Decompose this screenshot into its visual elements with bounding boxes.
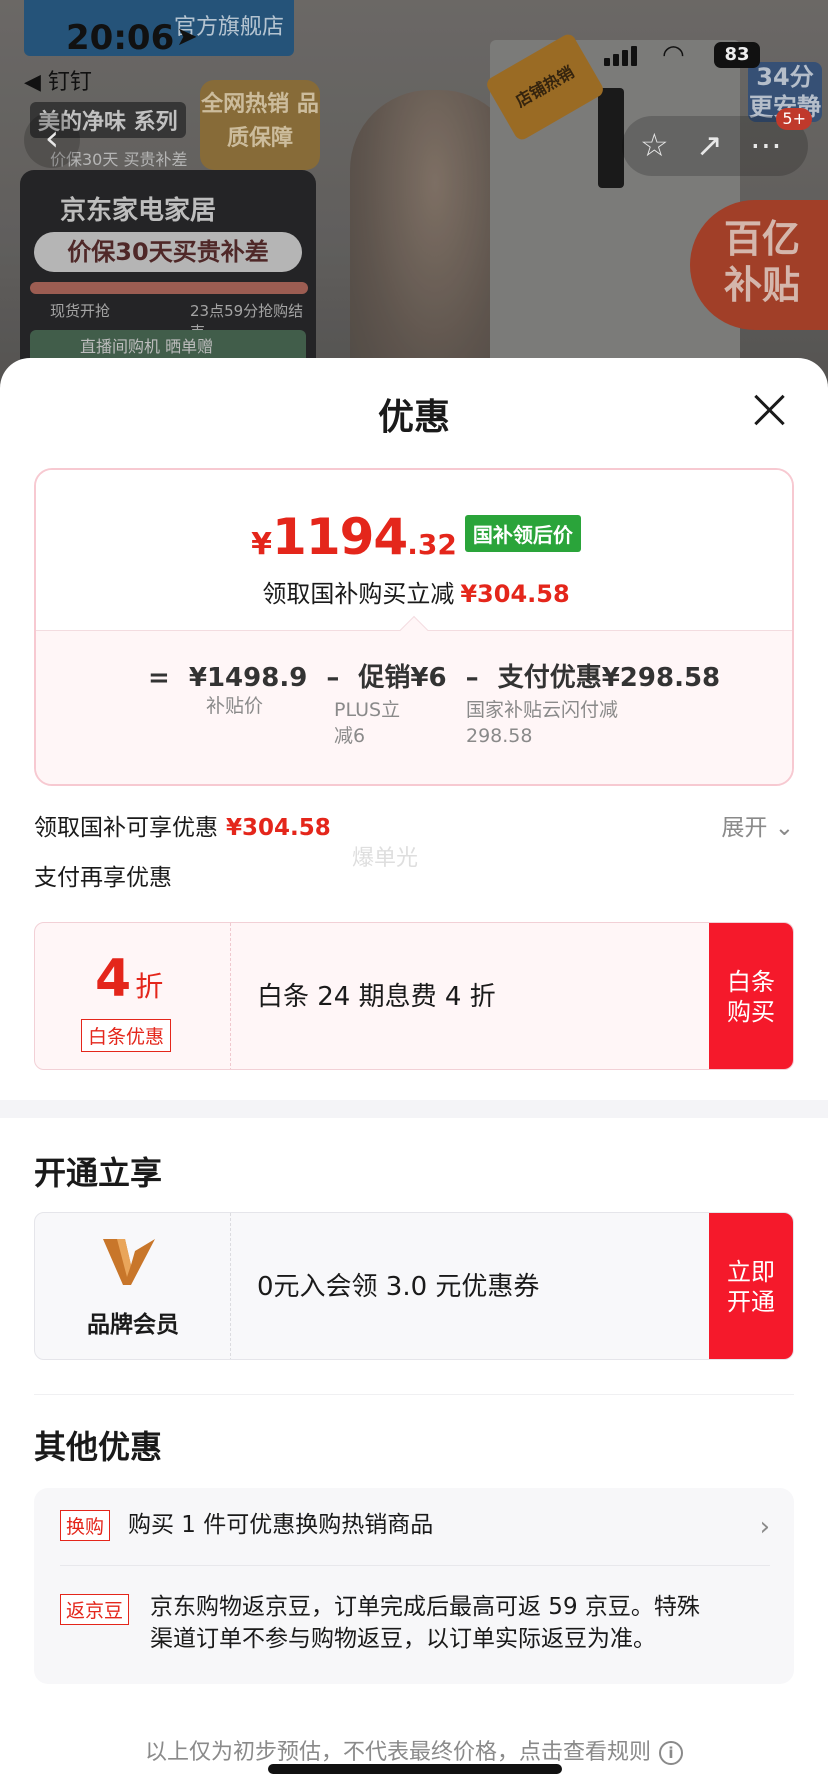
pay-label-1: 国家补贴云闪付减 (466, 699, 619, 721)
formula-minus: – (465, 663, 479, 693)
baitiao-coupon[interactable]: 4折 白条优惠 白条 24 期息费 4 折 白条 购买 (34, 922, 794, 1070)
discount-value: 4折 (95, 949, 164, 1009)
divider (60, 1565, 770, 1566)
sheet-title: 优惠 (377, 397, 450, 438)
exchange-tag: 换购 (60, 1510, 111, 1541)
baitiao-buy-button[interactable]: 白条 购买 (709, 923, 793, 1069)
price-saving: 领取国补购买立减 ¥304.58 (36, 574, 792, 609)
rules-link[interactable]: 以上仅为初步预估，不代表最终价格，点击查看规则 i (0, 1734, 828, 1766)
jingdou-text-1: 京东购物返京豆，订单完成后最高可返 59 京豆。特殊 (150, 1594, 700, 1620)
promo-label-1: PLUS立 (334, 699, 401, 721)
jingdou-row: 返京豆 京东购物返京豆，订单完成后最高可返 59 京豆。特殊 渠道订单不参与购物… (60, 1592, 770, 1662)
member-brand-label: 品牌会员 (87, 1312, 179, 1338)
price-integer: 1194 (272, 508, 408, 566)
section-separator (0, 1100, 828, 1118)
price-breakdown: = ¥1498.9 – 促销¥6 – 支付优惠¥298.58 补贴价 PLUS立… (36, 631, 792, 784)
watermark: 爆单光 (352, 846, 419, 871)
expand-button[interactable]: 展开 ⌄ (721, 808, 794, 842)
price-currency: ¥ (251, 527, 273, 562)
home-indicator (268, 1764, 562, 1774)
chevron-right-icon: › (759, 1512, 770, 1542)
discount-sheet: 优惠 ¥1194.32 国补领后价 领取国补购买立减 ¥304.58 = ¥1498… (0, 358, 828, 1792)
price-saving-label: 领取国补购买立减 (262, 580, 455, 608)
signal-icon (604, 44, 638, 66)
status-time: 20:06 (66, 18, 175, 58)
baitiao-desc: 白条 24 期息费 4 折 (257, 982, 496, 1012)
jingdou-tag: 返京豆 (60, 1594, 130, 1625)
wifi-icon: ◠ (662, 40, 685, 70)
other-discounts: 换购 购买 1 件可优惠换购热销商品 › 返京豆 京东购物返京豆，订单完成后最高… (34, 1488, 794, 1684)
price-saving-value: ¥304.58 (460, 580, 570, 608)
formula-promo: 促销¥6 (358, 663, 447, 693)
pay-again-label: 支付再享优惠 (34, 865, 172, 891)
product-page-background: 官方旗舰店 美的净味 系列 价保30天 买贵补差 全网热销 品质保障 京东家电家… (0, 0, 828, 400)
share-icon[interactable]: ↗ (696, 126, 723, 164)
location-arrow-icon: ➤ (176, 22, 198, 52)
formula-minus: – (326, 663, 340, 693)
exchange-text: 购买 1 件可优惠换购热销商品 (128, 1512, 434, 1538)
member-open-button[interactable]: 立即 开通 (709, 1213, 793, 1359)
chevron-down-icon: ⌄ (774, 815, 794, 841)
formula-pay: 支付优惠¥298.58 (497, 663, 721, 693)
info-icon: i (659, 1741, 683, 1765)
price-tag: 国补领后价 (464, 515, 581, 552)
subsidy-value: ¥304.58 (226, 815, 331, 841)
other-section-title: 其他优惠 (34, 1428, 163, 1466)
price-formula: = ¥1498.9 – 促销¥6 – 支付优惠¥298.58 (148, 657, 730, 694)
formula-equals: = (148, 663, 170, 693)
formula-base: ¥1498.9 (188, 663, 308, 693)
exchange-row[interactable]: 换购 购买 1 件可优惠换购热销商品 › (60, 1510, 770, 1544)
overlay-dim[interactable] (0, 0, 828, 400)
subsidy-label: 领取国补可享优惠 (34, 815, 218, 841)
status-bar: 20:06 ➤ ◠ 83 (0, 0, 828, 70)
nav-actions: ☆ ↗ ⋯ 5+ (622, 108, 812, 176)
footer-note-text: 以上仅为初步预估，不代表最终价格，点击查看规则 (144, 1740, 651, 1765)
divider (34, 1394, 794, 1395)
close-icon[interactable] (748, 388, 792, 432)
base-label: 补贴价 (206, 695, 264, 717)
message-badge: 5+ (776, 108, 812, 130)
price-card: ¥1194.32 国补领后价 领取国补购买立减 ¥304.58 = ¥1498.9 … (34, 468, 794, 786)
promo-label-2: 减6 (334, 725, 366, 747)
baitiao-tag: 白条优惠 (81, 1019, 172, 1052)
price-decimal: .32 (407, 528, 457, 561)
member-coupon[interactable]: 品牌会员 0元入会领 3.0 元优惠券 立即 开通 (34, 1212, 794, 1360)
pay-label-2: 298.58 (466, 725, 533, 747)
jingdou-text-2: 渠道订单不参与购物返豆，以订单实际返豆为准。 (150, 1626, 656, 1652)
back-button[interactable]: ‹ (24, 112, 80, 168)
open-section-title: 开通立享 (34, 1154, 163, 1192)
brand-logo-icon (103, 1239, 155, 1285)
back-to-app-link[interactable]: ◀ 钉钉 (24, 64, 92, 96)
battery-icon: 83 (714, 42, 760, 68)
favorite-star-icon[interactable]: ☆ (640, 126, 669, 164)
more-icon[interactable]: ⋯ (750, 126, 782, 164)
member-desc: 0元入会领 3.0 元优惠券 (257, 1272, 540, 1302)
final-price: ¥1194.32 国补领后价 (36, 508, 792, 566)
